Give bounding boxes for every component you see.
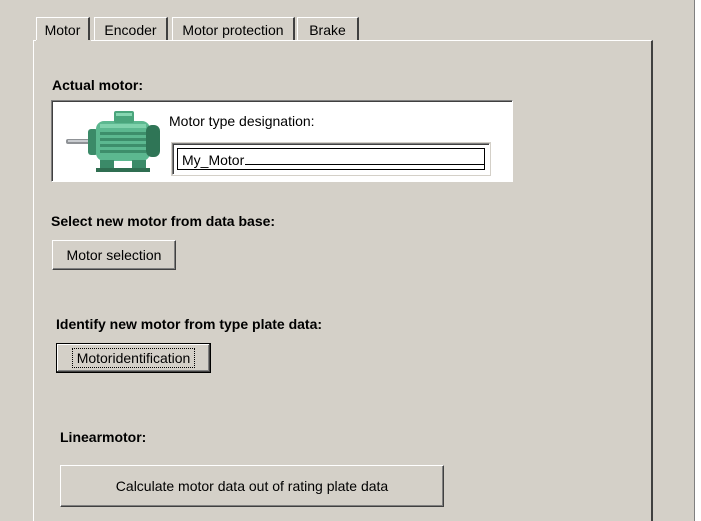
linearmotor-heading: Linearmotor: [60,429,147,445]
tab-motor-protection[interactable]: Motor protection [172,17,295,41]
field-underline [245,153,484,165]
type-plate-heading: Identify new motor from type plate data: [56,316,323,332]
tab-brake[interactable]: Brake [297,17,359,41]
motoridentification-button[interactable]: Motoridentification [56,343,211,373]
motor-type-designation-value[interactable]: My_Motor [177,148,485,170]
actual-motor-heading: Actual motor: [52,77,143,93]
database-heading: Select new motor from data base: [51,213,276,229]
window-edge [694,0,701,521]
actual-motor-card: Motor type designation: My_Motor [51,100,513,182]
tab-encoder[interactable]: Encoder [94,17,168,41]
motor-type-designation-field[interactable]: My_Motor [172,143,490,175]
motor-selection-button[interactable]: Motor selection [52,240,176,270]
motor-type-designation-text: My_Motor [182,152,245,168]
tab-motor[interactable]: Motor [36,17,90,41]
motoridentification-label: Motoridentification [71,348,196,368]
motor-settings-window: Motor Encoder Motor protection Brake Act… [0,0,701,521]
active-tab-join [36,40,91,42]
electric-motor-image [66,111,160,172]
motor-type-designation-label: Motor type designation: [169,113,315,129]
calculate-motor-data-button[interactable]: Calculate motor data out of rating plate… [60,465,444,507]
